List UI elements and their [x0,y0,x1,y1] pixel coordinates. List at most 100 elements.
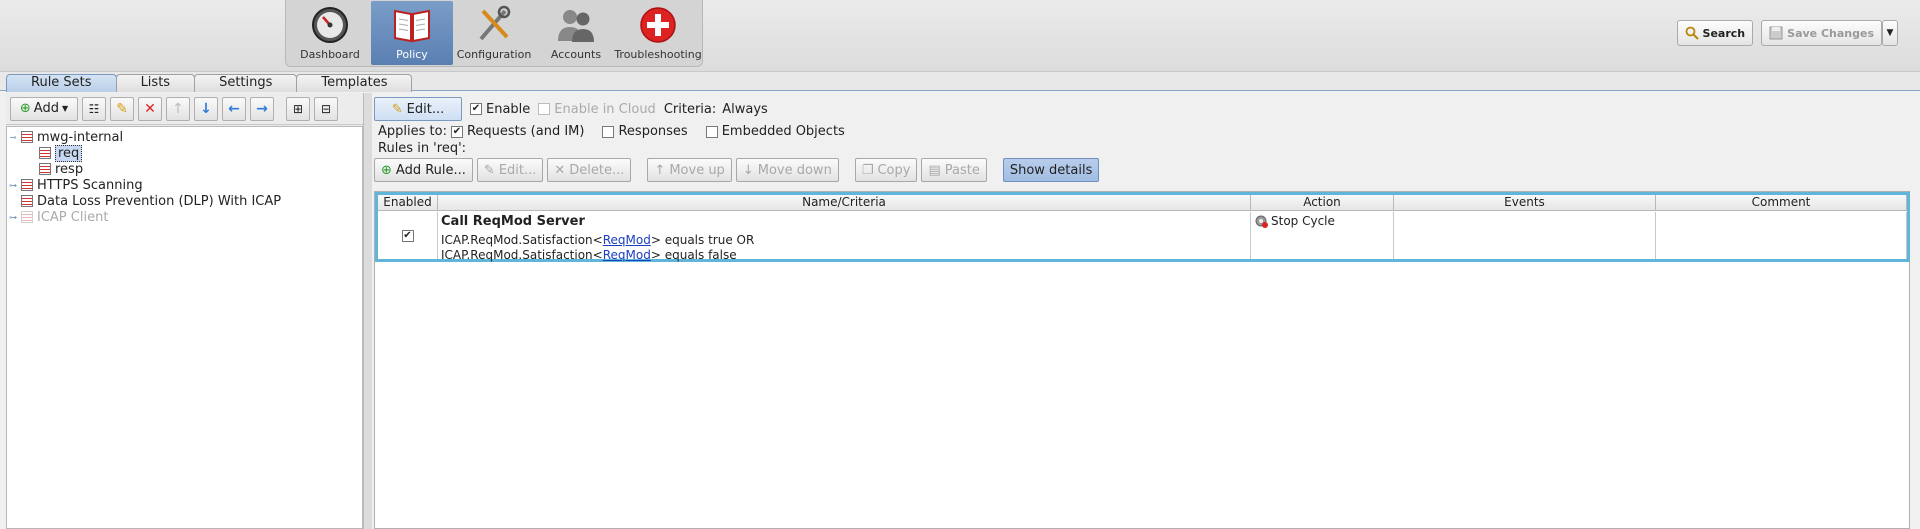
add-button[interactable]: ⊕ Add ▼ [10,96,78,121]
rule-name: Call ReqMod Server [441,214,585,229]
arrow-up-icon: ↑ [654,162,666,178]
expand-toggle-icon[interactable]: ⊶ [7,181,19,190]
move-down-rule-button[interactable]: ↓ Move down [735,158,839,182]
tree-item-label: Data Loss Prevention (DLP) With ICAP [37,193,282,209]
move-left-button[interactable]: ← [222,96,246,121]
embedded-objects-checkbox[interactable]: Embedded Objects [705,124,845,139]
search-button[interactable]: Search [1676,20,1754,46]
arrow-left-icon: ← [228,100,240,117]
rule-action-cell: Stop Cycle [1251,212,1394,259]
tree-item-dlp-icap[interactable]: Data Loss Prevention (DLP) With ICAP [7,193,362,209]
ruleset-library-button[interactable]: ☷ [82,96,106,121]
rule-toolbar: ⊕ Add Rule... ✎ Edit... ✕ Delete... ↑ Mo… [374,158,1100,182]
tree-item-req[interactable]: req [7,144,362,162]
checkbox-unchecked-icon[interactable] [705,125,718,138]
rule-set-toolbar: ⊕ Add ▼ ☷ ✎ ✕ ↑ ↓ ← → ⊞ ⊟ [6,93,363,125]
main-navigation: Dashboard Policy Configuration Accounts … [285,0,703,67]
arrow-down-icon: ↓ [200,100,212,117]
delete-icon: ✕ [554,162,566,178]
show-details-toggle[interactable]: Show details [1002,158,1100,182]
nav-troubleshooting[interactable]: Troubleshooting [614,1,702,65]
expand-toggle-icon[interactable]: ⊶ [7,213,19,222]
checkbox-checked-icon[interactable]: ✔ [470,103,482,115]
rule-set-details: ✎ Edit... ✔ Enable Enable in Cloud Crite… [372,93,1920,529]
tree-item-icap-client[interactable]: ⊶ ICAP Client [7,209,362,225]
gauge-icon [312,7,348,43]
rules-in-label: Rules in 'req': [378,141,467,156]
book-icon [394,9,430,43]
rule-enabled-cell: ✔ [378,212,438,259]
move-down-button[interactable]: ↓ [194,96,218,121]
checkbox-unchecked-icon[interactable] [602,125,615,138]
column-header-action[interactable]: Action [1251,195,1394,210]
delete-ruleset-button[interactable]: ✕ [138,96,162,121]
edit-ruleset-button[interactable]: ✎ [110,96,134,121]
tree-item-resp[interactable]: resp [7,161,362,177]
collapse-all-button[interactable]: ⊟ [314,96,338,121]
chevron-down-icon: ▼ [61,104,69,113]
nav-troubleshooting-label: Troubleshooting [614,48,702,61]
edit-ruleset-main-button[interactable]: ✎ Edit... [374,97,462,121]
add-rule-label: Add Rule... [395,162,466,178]
criteria-text: ICAP.ReqMod.Satisfaction< [441,248,603,262]
tree-item-https-scanning[interactable]: ⊶ HTTPS Scanning [7,177,362,193]
checkbox-checked-icon[interactable]: ✔ [401,229,414,242]
reqmod-link[interactable]: ReqMod [603,233,651,247]
criteria-text: > equals true OR [650,233,755,247]
column-header-events[interactable]: Events [1394,195,1656,210]
gear-icon [1255,215,1268,228]
delete-icon: ✕ [144,100,156,117]
delete-rule-button[interactable]: ✕ Delete... [547,158,632,182]
tab-strip: Rule Sets Lists Settings Templates [0,72,1920,92]
enable-in-cloud-checkbox[interactable]: Enable in Cloud [538,102,656,117]
move-up-rule-button[interactable]: ↑ Move up [647,158,732,182]
column-header-comment[interactable]: Comment [1656,195,1907,210]
pencil-icon: ✎ [391,101,403,117]
move-up-button[interactable]: ↑ [166,96,190,121]
add-rule-button[interactable]: ⊕ Add Rule... [374,158,473,182]
tools-icon [479,5,511,41]
criteria-value: Always [722,101,768,117]
copy-rule-button[interactable]: ❐ Copy [854,158,918,182]
paste-rule-button[interactable]: ▤ Paste [921,158,987,182]
tab-templates[interactable]: Templates [296,74,413,92]
table-header: Enabled Name/Criteria Action Events Comm… [378,195,1907,211]
save-options-dropdown[interactable]: ▼ [1882,20,1898,46]
tree-item-mwg-internal[interactable]: ⊸ mwg-internal [7,129,362,145]
collapse-toggle-icon[interactable]: ⊸ [7,133,19,142]
expand-all-button[interactable]: ⊞ [286,96,310,121]
nav-dashboard[interactable]: Dashboard [289,1,371,65]
rule-name-cell: Call ReqMod Server ICAP.ReqMod.Satisfact… [438,212,1251,262]
criteria-label: Criteria: [663,101,717,117]
nav-policy[interactable]: Policy [371,1,453,65]
nav-accounts[interactable]: Accounts [535,1,617,65]
nav-configuration-label: Configuration [456,48,532,61]
checkbox-unchecked-icon[interactable] [538,103,551,115]
tab-rule-sets[interactable]: Rule Sets [6,74,117,92]
save-changes-label: Save Changes [1787,26,1874,40]
move-right-button[interactable]: → [250,96,274,121]
panel-splitter[interactable] [364,93,372,529]
ruleset-icon [39,147,51,159]
requests-checkbox[interactable]: ✔ Requests (and IM) [450,124,584,139]
reqmod-link[interactable]: ReqMod [603,248,651,262]
collapse-icon: ⊟ [320,101,332,116]
ruleset-icon [21,131,33,143]
column-header-name[interactable]: Name/Criteria [438,195,1251,210]
tab-lists[interactable]: Lists [115,74,196,92]
table-row[interactable]: ✔ Call ReqMod Server ICAP.ReqMod.Satisfa… [378,212,1907,262]
edit-rule-button[interactable]: ✎ Edit... [476,158,544,182]
checkbox-checked-icon[interactable]: ✔ [450,125,463,138]
ruleset-icon [21,195,33,207]
expand-icon: ⊞ [292,101,304,116]
column-header-enabled[interactable]: Enabled [378,195,438,210]
nav-configuration[interactable]: Configuration [453,1,535,65]
rules-table: Enabled Name/Criteria Action Events Comm… [374,191,1910,529]
add-button-label: Add [33,101,59,116]
save-changes-button[interactable]: Save Changes [1761,20,1882,46]
tab-settings[interactable]: Settings [194,74,298,92]
enable-in-cloud-label: Enable in Cloud [554,101,656,117]
enable-checkbox[interactable]: ✔ Enable [470,102,530,117]
tree-item-label: resp [55,161,84,177]
responses-checkbox[interactable]: Responses [602,124,688,139]
